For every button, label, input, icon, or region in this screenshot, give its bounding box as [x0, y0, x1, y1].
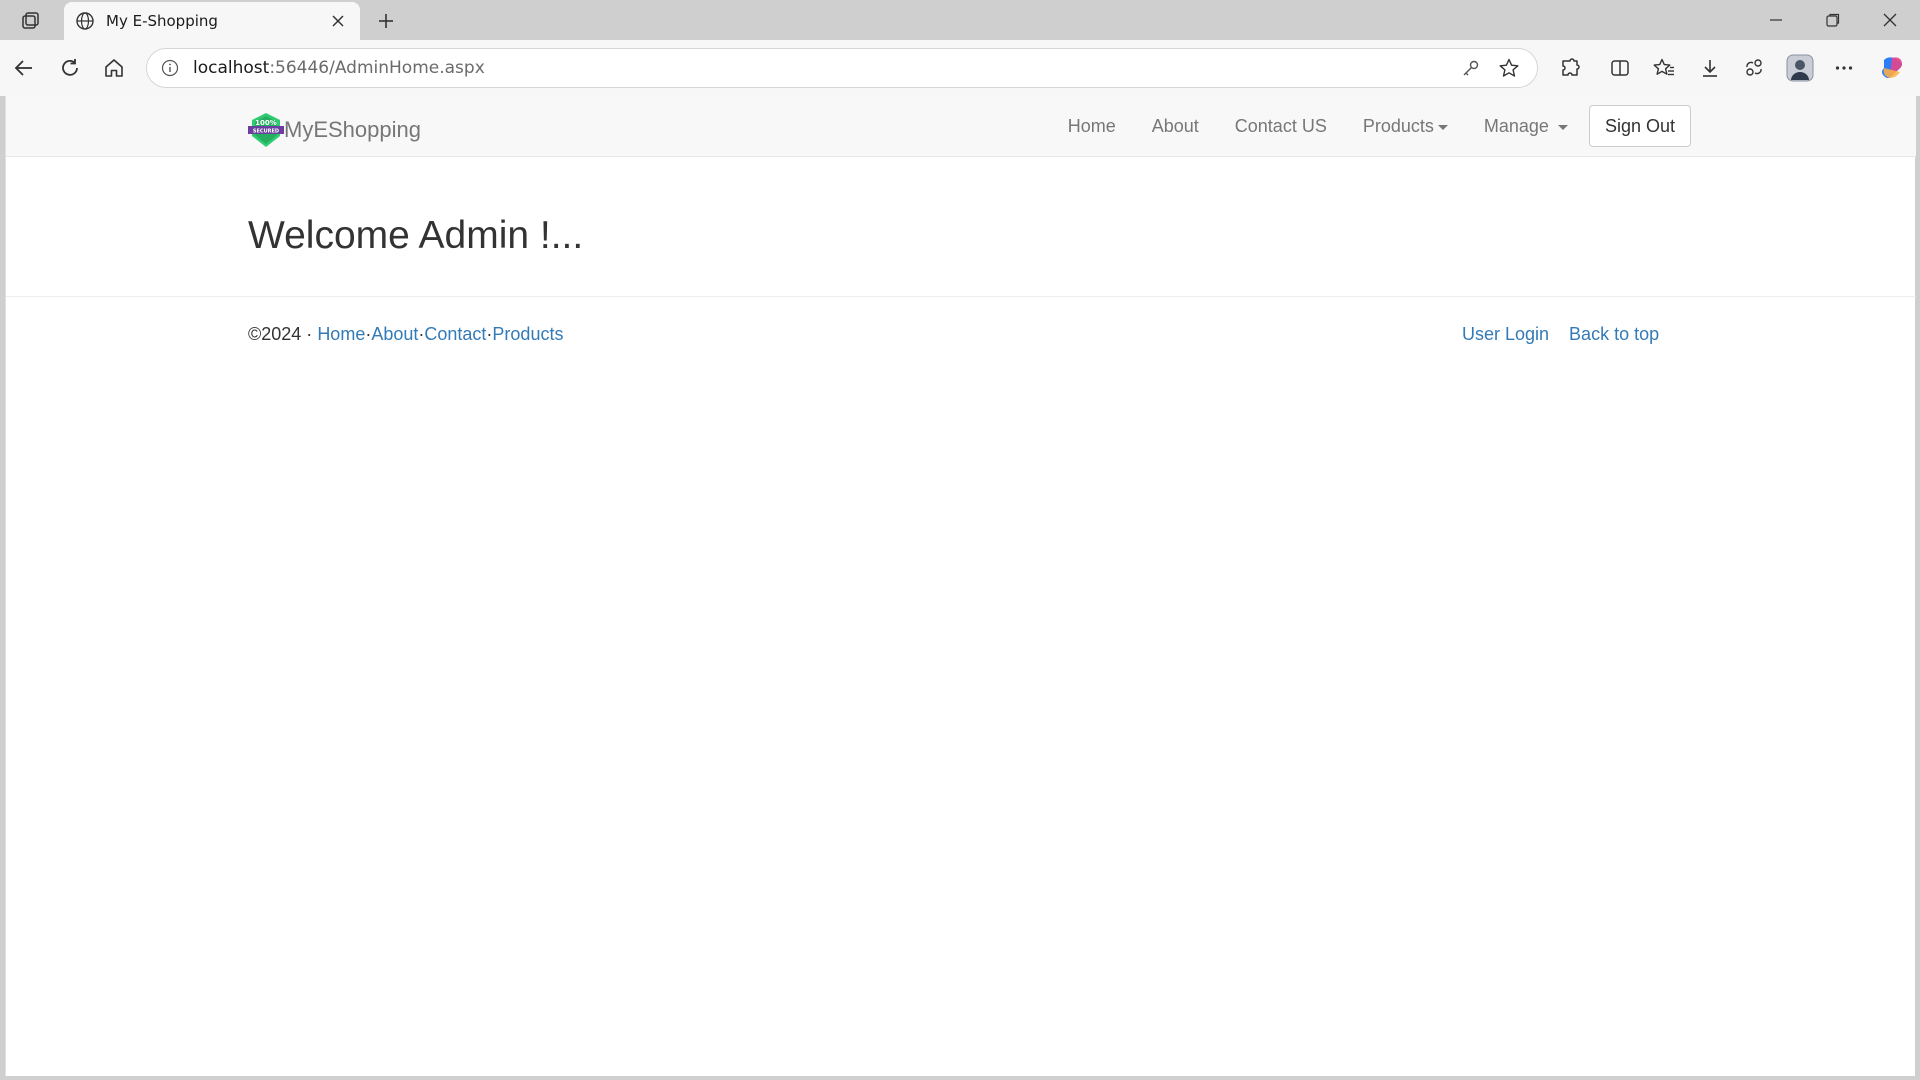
- caret-down-icon: [1437, 125, 1448, 130]
- profile-icon[interactable]: [1782, 50, 1818, 86]
- copyright-text: ©2024 ·: [248, 324, 318, 344]
- window-close-icon[interactable]: [1862, 0, 1918, 40]
- extensions-icon[interactable]: [1552, 50, 1588, 86]
- share-icon[interactable]: [1736, 50, 1772, 86]
- sign-out-button[interactable]: Sign Out: [1588, 105, 1691, 147]
- refresh-icon[interactable]: [52, 50, 88, 86]
- download-icon[interactable]: [1692, 50, 1728, 86]
- url-path: :56446/AdminHome.aspx: [269, 58, 485, 78]
- address-bar[interactable]: localhost:56446/AdminHome.aspx: [146, 48, 1538, 88]
- globe-icon: [74, 10, 96, 32]
- browser-tab[interactable]: My E-Shopping: [64, 2, 360, 40]
- close-icon[interactable]: [326, 9, 350, 33]
- back-icon[interactable]: [6, 50, 42, 86]
- url-text[interactable]: localhost:56446/AdminHome.aspx: [193, 58, 1449, 78]
- page-viewport: 100% SECURED MyEShopping Home About Cont…: [5, 96, 1916, 1076]
- info-icon[interactable]: [159, 57, 181, 79]
- nav-about[interactable]: About: [1134, 104, 1217, 148]
- brand-name: MyEShopping: [284, 117, 421, 142]
- split-screen-icon[interactable]: [1602, 50, 1638, 86]
- secured-badge-logo: 100% SECURED: [248, 112, 284, 148]
- plus-icon[interactable]: [372, 7, 400, 35]
- url-host: localhost: [193, 58, 270, 78]
- footer-about-link[interactable]: About: [371, 324, 418, 345]
- nav-products-label: Products: [1362, 115, 1434, 136]
- footer-products-link[interactable]: Products: [492, 324, 563, 345]
- user-login-link[interactable]: User Login: [1462, 324, 1549, 345]
- footer-contact-link[interactable]: Contact: [424, 324, 486, 345]
- key-icon[interactable]: [1455, 52, 1487, 84]
- site-navbar: 100% SECURED MyEShopping Home About Cont…: [6, 96, 1916, 157]
- caret-down-icon: [1557, 125, 1568, 130]
- copilot-icon[interactable]: [1874, 50, 1910, 86]
- welcome-heading: Welcome Admin !...: [248, 214, 584, 257]
- brand-link[interactable]: 100% SECURED MyEShopping: [248, 112, 421, 148]
- minimize-icon[interactable]: [1748, 0, 1804, 40]
- restore-icon[interactable]: [1805, 0, 1861, 40]
- star-icon[interactable]: [1493, 52, 1525, 84]
- favorites-icon[interactable]: [1646, 50, 1682, 86]
- home-icon[interactable]: [96, 50, 132, 86]
- workspaces-icon[interactable]: [14, 7, 48, 35]
- svg-text:100%: 100%: [255, 119, 277, 127]
- svg-text:SECURED: SECURED: [253, 129, 279, 135]
- nav-home[interactable]: Home: [1050, 104, 1134, 148]
- footer-home-link[interactable]: Home: [317, 324, 365, 345]
- tab-strip: My E-Shopping: [0, 0, 1920, 40]
- footer-left: ©2024 · Home · About · Contact · Products: [248, 324, 563, 345]
- footer-right: User Login Back to top: [1462, 324, 1659, 345]
- tab-title: My E-Shopping: [106, 12, 218, 30]
- nav-products-dropdown[interactable]: Products: [1345, 104, 1466, 148]
- browser-toolbar: localhost:56446/AdminHome.aspx: [0, 40, 1920, 96]
- nav-manage-label: Manage: [1483, 115, 1549, 136]
- window-bottom-border: [0, 1076, 1920, 1080]
- nav-contact[interactable]: Contact US: [1217, 104, 1345, 148]
- nav-manage-dropdown[interactable]: Manage: [1466, 104, 1586, 148]
- back-to-top-link[interactable]: Back to top: [1569, 324, 1659, 345]
- divider: [6, 296, 1916, 297]
- nav-links: Home About Contact US Products Manage Si…: [1050, 104, 1691, 148]
- more-icon[interactable]: [1826, 50, 1862, 86]
